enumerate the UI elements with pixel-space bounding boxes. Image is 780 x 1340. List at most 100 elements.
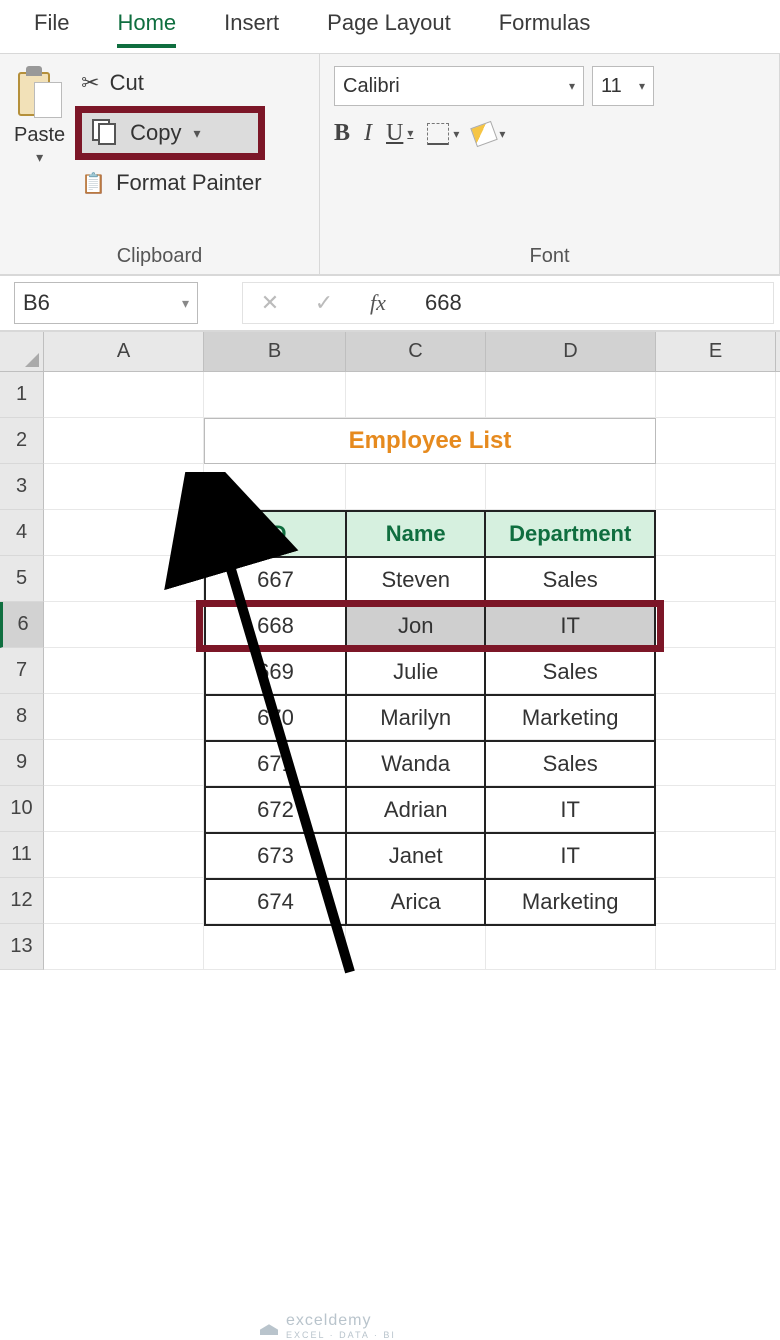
col-header-B[interactable]: B (204, 332, 346, 371)
cell-D3[interactable] (486, 464, 656, 510)
cell-A4[interactable] (44, 510, 204, 556)
table-row[interactable]: 670MarilynMarketing (205, 695, 655, 741)
cell-E4[interactable] (656, 510, 776, 556)
cell-name[interactable]: Marilyn (346, 695, 485, 741)
cancel-formula-button[interactable]: ✕ (243, 290, 297, 316)
cell-E8[interactable] (656, 694, 776, 740)
format-painter-button[interactable]: 📋 Format Painter (75, 166, 267, 200)
cell-E12[interactable] (656, 878, 776, 924)
chevron-down-icon[interactable]: ▾ (194, 125, 201, 142)
cell-A1[interactable] (44, 372, 204, 418)
font-size-combo[interactable]: 11 ▾ (592, 66, 654, 106)
cell-id[interactable]: 674 (205, 879, 346, 925)
col-header-A[interactable]: A (44, 332, 204, 371)
tab-home[interactable]: Home (117, 10, 176, 48)
table-row[interactable]: 667StevenSales (205, 557, 655, 603)
cell-E7[interactable] (656, 648, 776, 694)
cell-E6[interactable] (656, 602, 776, 648)
cell-name[interactable]: Adrian (346, 787, 485, 833)
cell-C1[interactable] (346, 372, 486, 418)
cell-dept[interactable]: Sales (485, 557, 655, 603)
tab-insert[interactable]: Insert (224, 10, 279, 44)
paste-button[interactable]: Paste ▾ (14, 66, 65, 200)
cell-id[interactable]: 672 (205, 787, 346, 833)
row-header-11[interactable]: 11 (0, 832, 44, 878)
font-name-combo[interactable]: Calibri ▾ (334, 66, 584, 106)
cell-id[interactable]: 671 (205, 741, 346, 787)
col-header-E[interactable]: E (656, 332, 776, 371)
borders-button[interactable]: ▾ (427, 123, 459, 145)
table-row[interactable]: 671WandaSales (205, 741, 655, 787)
header-id[interactable]: ID (205, 511, 346, 557)
cell-A3[interactable] (44, 464, 204, 510)
row-header-3[interactable]: 3 (0, 464, 44, 510)
cell-dept[interactable]: Marketing (485, 695, 655, 741)
header-dept[interactable]: Department (485, 511, 655, 557)
tab-file[interactable]: File (34, 10, 69, 44)
cell-dept[interactable]: Sales (485, 649, 655, 695)
cell-dept[interactable]: IT (485, 833, 655, 879)
row-header-10[interactable]: 10 (0, 786, 44, 832)
row-header-8[interactable]: 8 (0, 694, 44, 740)
cell-name[interactable]: Steven (346, 557, 485, 603)
cell-dept[interactable]: Sales (485, 741, 655, 787)
cell-D1[interactable] (486, 372, 656, 418)
select-all-corner[interactable] (0, 332, 44, 371)
cell-A13[interactable] (44, 924, 204, 970)
fx-button[interactable]: fx (351, 290, 405, 316)
tab-formulas[interactable]: Formulas (499, 10, 591, 44)
formula-input[interactable]: 668 (405, 290, 773, 316)
cell-E2[interactable] (656, 418, 776, 464)
cell-id[interactable]: 667 (205, 557, 346, 603)
row-header-5[interactable]: 5 (0, 556, 44, 602)
cell-E11[interactable] (656, 832, 776, 878)
cell-C13[interactable] (346, 924, 486, 970)
cell-id[interactable]: 668 (205, 603, 346, 649)
cell-D13[interactable] (486, 924, 656, 970)
table-row[interactable]: 673JanetIT (205, 833, 655, 879)
row-header-12[interactable]: 12 (0, 878, 44, 924)
underline-button[interactable]: U ▾ (386, 120, 413, 147)
cell-C3[interactable] (346, 464, 486, 510)
cell-B3[interactable] (204, 464, 346, 510)
row-header-4[interactable]: 4 (0, 510, 44, 556)
cell-A8[interactable] (44, 694, 204, 740)
cell-E9[interactable] (656, 740, 776, 786)
row-header-1[interactable]: 1 (0, 372, 44, 418)
row-header-9[interactable]: 9 (0, 740, 44, 786)
cell-E10[interactable] (656, 786, 776, 832)
fill-color-button[interactable]: ▾ (473, 124, 505, 144)
col-header-C[interactable]: C (346, 332, 486, 371)
cell-E13[interactable] (656, 924, 776, 970)
cell-name[interactable]: Wanda (346, 741, 485, 787)
row-header-2[interactable]: 2 (0, 418, 44, 464)
row-header-7[interactable]: 7 (0, 648, 44, 694)
col-header-D[interactable]: D (486, 332, 656, 371)
italic-button[interactable]: I (364, 120, 372, 147)
cell-A6[interactable] (44, 602, 204, 648)
cell-A5[interactable] (44, 556, 204, 602)
name-box[interactable]: B6 ▾ (14, 282, 198, 324)
cell-name[interactable]: Jon (346, 603, 485, 649)
cell-dept[interactable]: IT (485, 787, 655, 833)
chevron-down-icon[interactable]: ▾ (36, 149, 43, 166)
cell-A7[interactable] (44, 648, 204, 694)
table-row[interactable]: 668JonIT (205, 603, 655, 649)
cell-id[interactable]: 673 (205, 833, 346, 879)
tab-pagelayout[interactable]: Page Layout (327, 10, 451, 44)
cell-E3[interactable] (656, 464, 776, 510)
cut-button[interactable]: ✂ Cut (75, 66, 267, 100)
cell-B1[interactable] (204, 372, 346, 418)
cell-E5[interactable] (656, 556, 776, 602)
cell-A10[interactable] (44, 786, 204, 832)
header-name[interactable]: Name (346, 511, 485, 557)
copy-button[interactable]: Copy ▾ (75, 106, 265, 160)
row-header-6[interactable]: 6 (0, 602, 44, 648)
table-row[interactable]: 674AricaMarketing (205, 879, 655, 925)
cell-id[interactable]: 670 (205, 695, 346, 741)
bold-button[interactable]: B (334, 120, 350, 147)
table-row[interactable]: 672AdrianIT (205, 787, 655, 833)
cell-name[interactable]: Arica (346, 879, 485, 925)
cell-name[interactable]: Julie (346, 649, 485, 695)
cell-E1[interactable] (656, 372, 776, 418)
